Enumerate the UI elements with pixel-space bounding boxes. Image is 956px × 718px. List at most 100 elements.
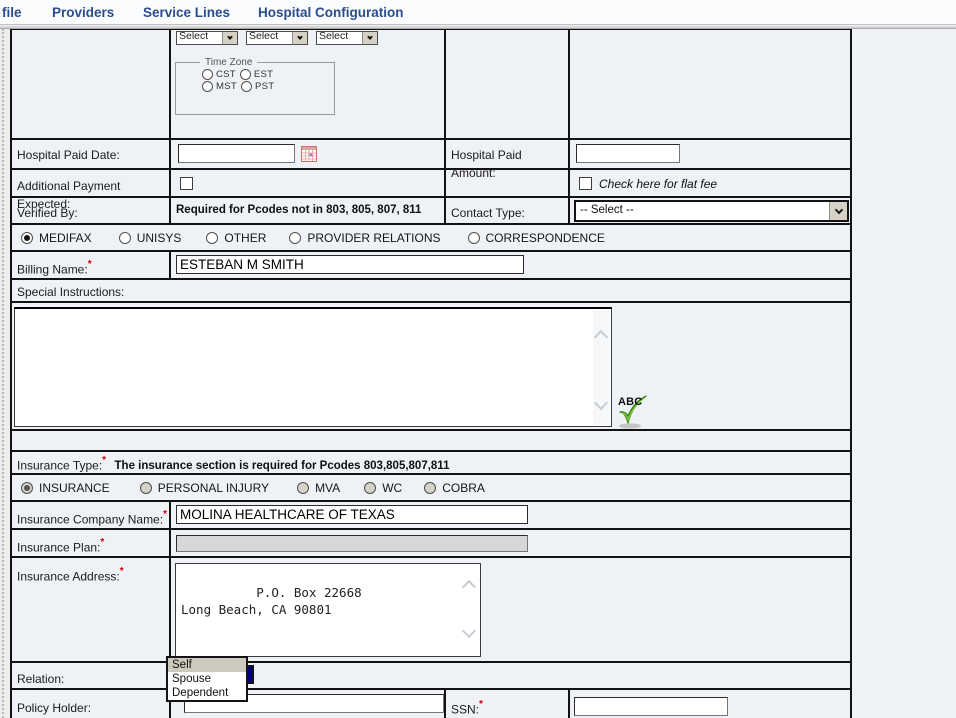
radio-provider-relations-circle[interactable] bbox=[289, 231, 302, 244]
radio-insurance[interactable]: INSURANCE bbox=[21, 481, 110, 495]
calendar-icon[interactable] bbox=[301, 145, 318, 167]
hospital-configuration-page: file Providers Service Lines Hospital Co… bbox=[0, 0, 956, 718]
radio-medifax[interactable]: MEDIFAX bbox=[21, 231, 92, 245]
radio-wc-circle[interactable] bbox=[364, 481, 377, 494]
timezone-row-spacer-cell bbox=[446, 30, 570, 138]
radio-correspondence-label: CORRESPONDENCE bbox=[485, 230, 605, 245]
contact-type-select[interactable]: -- Select -- bbox=[574, 200, 849, 222]
top-navbar: file Providers Service Lines Hospital Co… bbox=[0, 0, 956, 25]
scroll-up-icon[interactable] bbox=[593, 329, 609, 345]
radio-provider-relations[interactable]: PROVIDER RELATIONS bbox=[289, 230, 441, 245]
relation-option-spouse[interactable]: Spouse bbox=[168, 672, 246, 686]
radio-est[interactable]: EST bbox=[239, 69, 274, 80]
radio-cst-label: CST bbox=[216, 69, 236, 80]
select-widget-2-value: Select bbox=[249, 31, 279, 42]
hospital-paid-row: Hospital Paid Date: Hospital Paid Amount… bbox=[12, 140, 850, 180]
chevron-down-icon[interactable] bbox=[362, 32, 377, 44]
insurance-address-label: Insurance Address: bbox=[17, 569, 120, 584]
insurance-address-value: P.O. Box 22668 Long Beach, CA 90801 bbox=[181, 584, 362, 618]
insurance-type-radio-row: INSURANCE PERSONAL INJURY MVA WC COBRA bbox=[12, 475, 850, 502]
radio-cst[interactable]: CST bbox=[202, 69, 236, 80]
radio-personal-injury[interactable]: PERSONAL INJURY bbox=[139, 481, 269, 495]
select-widget-3[interactable]: Select bbox=[316, 31, 378, 45]
scroll-up-icon[interactable] bbox=[461, 579, 477, 595]
policy-holder-row: Policy Holder: SSN:* bbox=[12, 690, 850, 718]
hospital-paid-amount-input[interactable] bbox=[576, 144, 680, 163]
ssn-input[interactable] bbox=[574, 697, 728, 716]
relation-option-dependent[interactable]: Dependent bbox=[168, 686, 246, 700]
radio-other-circle[interactable] bbox=[206, 231, 219, 244]
billing-name-input[interactable] bbox=[176, 255, 524, 274]
hospital-paid-date-input[interactable] bbox=[178, 144, 295, 163]
chevron-down-icon[interactable] bbox=[222, 32, 237, 44]
radio-cobra[interactable]: COBRA bbox=[424, 481, 485, 495]
radio-correspondence[interactable]: CORRESPONDENCE bbox=[467, 230, 605, 245]
ssn-label: SSN: bbox=[451, 702, 480, 717]
radio-other[interactable]: OTHER bbox=[206, 231, 266, 245]
additional-payment-checkbox[interactable] bbox=[180, 177, 193, 190]
required-asterisk: * bbox=[119, 566, 124, 577]
relation-dropdown-list: Self Spouse Dependent bbox=[166, 656, 248, 702]
radio-personal-injury-circle[interactable] bbox=[139, 481, 152, 494]
radio-pst[interactable]: PST bbox=[240, 81, 274, 92]
contact-type-label: Contact Type: bbox=[451, 206, 525, 220]
chevron-down-icon[interactable] bbox=[829, 202, 847, 220]
special-instructions-value bbox=[18, 311, 591, 424]
special-instructions-row bbox=[12, 303, 850, 431]
scroll-down-icon[interactable] bbox=[593, 395, 609, 411]
radio-mva[interactable]: MVA bbox=[297, 481, 340, 495]
insurance-plan-row: Insurance Plan:* bbox=[12, 530, 850, 558]
radio-cst-circle[interactable] bbox=[202, 69, 213, 80]
scroll-down-icon[interactable] bbox=[461, 623, 477, 639]
insurance-company-input[interactable] bbox=[176, 505, 528, 524]
page-left-margin bbox=[0, 29, 10, 718]
nav-item-profile[interactable]: file bbox=[2, 5, 22, 20]
radio-mst-label: MST bbox=[216, 81, 237, 92]
radio-est-circle[interactable] bbox=[239, 69, 251, 80]
radio-provider-relations-label: PROVIDER RELATIONS bbox=[307, 230, 441, 245]
radio-wc[interactable]: WC bbox=[364, 481, 402, 495]
special-instructions-textarea[interactable] bbox=[14, 307, 612, 427]
radio-insurance-circle[interactable] bbox=[21, 481, 33, 494]
radio-correspondence-circle[interactable] bbox=[467, 231, 480, 244]
radio-medifax-label: MEDIFAX bbox=[39, 230, 92, 245]
timezone-row-label-cell bbox=[12, 30, 171, 138]
relation-row: Relation: -- Select -- bbox=[12, 663, 850, 690]
flat-fee-checkbox[interactable] bbox=[579, 177, 592, 190]
vertical-scrollbar[interactable] bbox=[461, 564, 478, 656]
insurance-plan-input bbox=[176, 535, 528, 552]
billing-name-row: Billing Name:* bbox=[12, 252, 850, 280]
insurance-type-row: Insurance Type:* The insurance section i… bbox=[12, 452, 850, 475]
radio-wc-label: WC bbox=[382, 480, 403, 495]
chevron-down-icon[interactable] bbox=[292, 32, 307, 44]
radio-est-label: EST bbox=[253, 69, 274, 80]
insurance-company-label: Insurance Company Name: bbox=[17, 512, 164, 527]
radio-cobra-circle[interactable] bbox=[424, 481, 437, 494]
radio-pst-circle[interactable] bbox=[240, 81, 252, 92]
insurance-type-label: Insurance Type: bbox=[17, 458, 103, 473]
radio-mst[interactable]: MST bbox=[202, 81, 237, 92]
insurance-address-textarea[interactable]: P.O. Box 22668 Long Beach, CA 90801 bbox=[175, 563, 481, 657]
radio-mva-circle[interactable] bbox=[297, 481, 310, 494]
radio-unisys-circle[interactable] bbox=[118, 231, 131, 244]
radio-unisys-label: UNISYS bbox=[136, 230, 182, 245]
nav-item-providers[interactable]: Providers bbox=[52, 5, 114, 20]
nav-item-service-lines[interactable]: Service Lines bbox=[143, 5, 230, 20]
spellcheck-abc-label: ABC bbox=[618, 396, 643, 408]
spellcheck-button[interactable]: ABC bbox=[615, 392, 651, 430]
special-instructions-label-row: Special Instructions: bbox=[12, 280, 850, 303]
radio-mst-circle[interactable] bbox=[202, 81, 213, 92]
radio-unisys[interactable]: UNISYS bbox=[118, 230, 182, 245]
verified-by-note: Required for Pcodes not in 803, 805, 807… bbox=[176, 204, 422, 216]
select-widget-1[interactable]: Select bbox=[176, 31, 238, 45]
select-widget-3-value: Select bbox=[319, 31, 349, 42]
radio-medifax-circle[interactable] bbox=[21, 231, 33, 244]
contact-type-value: -- Select -- bbox=[580, 204, 634, 216]
insurance-company-row: Insurance Company Name:* bbox=[12, 502, 850, 530]
required-asterisk: * bbox=[100, 537, 105, 548]
additional-payment-row: Additional Payment Expected: Check here … bbox=[12, 170, 850, 211]
vertical-scrollbar[interactable] bbox=[593, 310, 610, 425]
nav-item-hospital-configuration[interactable]: Hospital Configuration bbox=[258, 5, 404, 20]
select-widget-2[interactable]: Select bbox=[246, 31, 308, 45]
relation-option-self[interactable]: Self bbox=[168, 658, 246, 672]
